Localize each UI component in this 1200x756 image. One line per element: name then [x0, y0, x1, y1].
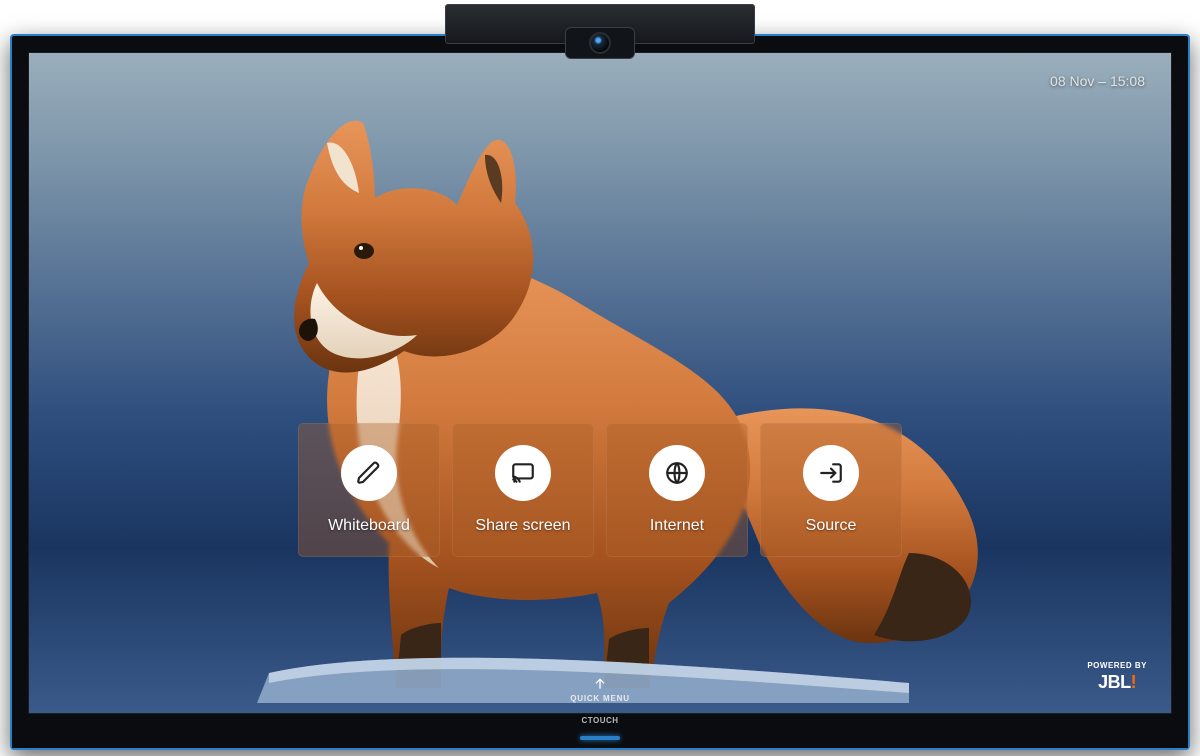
display-frame: 08 Nov – 15:08 Whiteboard [10, 34, 1190, 750]
globe-icon [649, 445, 705, 501]
device-brand: CTOUCH [12, 716, 1188, 725]
screen: 08 Nov – 15:08 Whiteboard [28, 52, 1172, 714]
arrow-up-icon [592, 676, 608, 692]
camera-lens-housing [565, 27, 635, 59]
tile-source[interactable]: Source [760, 423, 902, 557]
tile-label: Source [806, 517, 857, 535]
powered-by-prefix: POWERED BY [1087, 661, 1147, 670]
display-bottom-bar: CTOUCH [12, 714, 1188, 748]
camera-module [445, 4, 755, 44]
tile-label: Whiteboard [328, 517, 410, 535]
tile-share-screen[interactable]: Share screen [452, 423, 594, 557]
launcher-tiles: Whiteboard Share screen [29, 423, 1171, 557]
quick-menu-handle[interactable]: QUICK MENU [29, 676, 1171, 703]
tile-internet[interactable]: Internet [606, 423, 748, 557]
tile-whiteboard[interactable]: Whiteboard [298, 423, 440, 557]
input-icon [803, 445, 859, 501]
tile-label: Internet [650, 517, 704, 535]
jbl-text: JBL [1098, 672, 1131, 692]
camera-lens [589, 32, 611, 54]
status-led [580, 736, 620, 740]
powered-by-brand: JBL! [1087, 672, 1147, 693]
powered-by-badge: POWERED BY JBL! [1087, 661, 1147, 693]
tile-label: Share screen [475, 517, 570, 535]
cast-icon [495, 445, 551, 501]
wallpaper [29, 53, 1171, 713]
quick-menu-label: QUICK MENU [570, 694, 630, 703]
jbl-exclaim-icon: ! [1131, 672, 1137, 692]
clock: 08 Nov – 15:08 [1050, 73, 1145, 89]
pencil-icon [341, 445, 397, 501]
